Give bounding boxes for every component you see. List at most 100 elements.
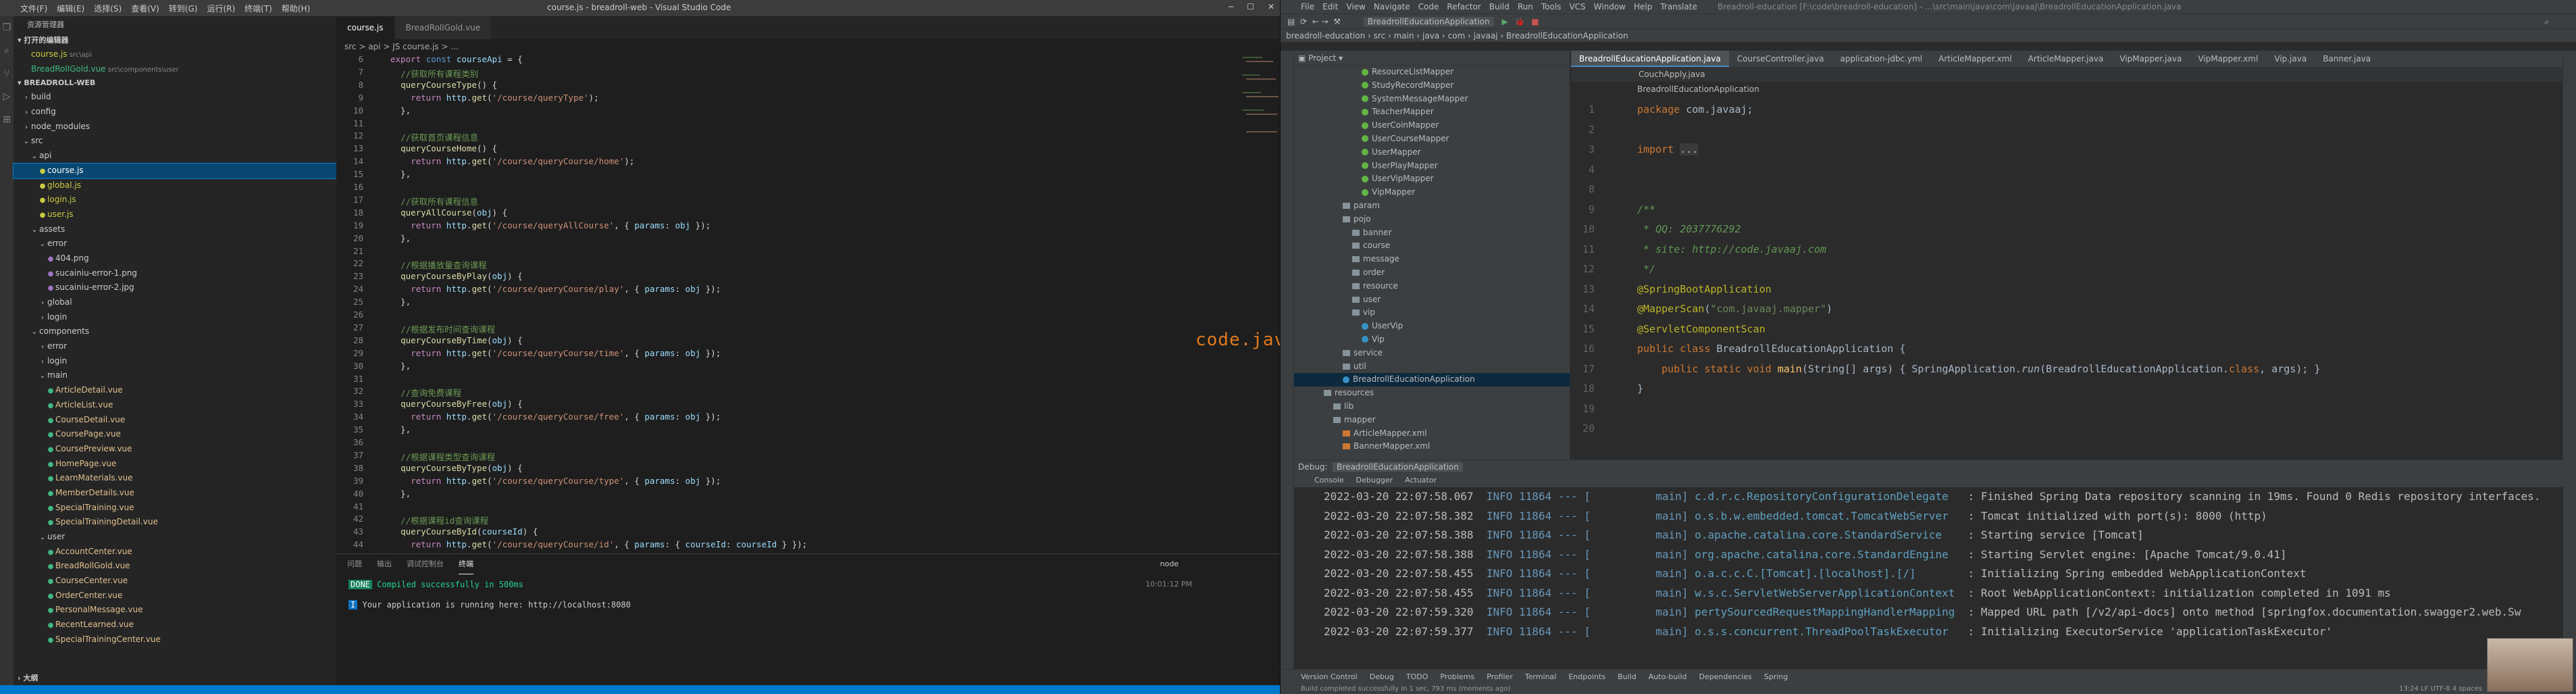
project-tree-item[interactable]: message	[1294, 253, 1570, 266]
minimap[interactable]	[1239, 54, 1280, 189]
breadcrumb[interactable]: src > api > JS course.js > ...	[336, 39, 1280, 54]
project-tree-item[interactable]: param	[1294, 199, 1570, 213]
menu-item[interactable]: 选择(S)	[94, 3, 122, 14]
project-tree-item[interactable]: BannerMapper.xml	[1294, 440, 1570, 453]
menu-item[interactable]: View	[1346, 0, 1365, 14]
project-tree-item[interactable]: TeacherMapper	[1294, 105, 1570, 119]
file-tab[interactable]: Banner.java	[2315, 51, 2379, 67]
menu-item[interactable]: Build	[1489, 0, 1510, 14]
project-tree-item[interactable]: UserVip	[1294, 320, 1570, 333]
file-item[interactable]: ● login.js	[14, 193, 336, 207]
menu-item[interactable]: Code	[1418, 0, 1439, 14]
file-item[interactable]: ● SpecialTraining.vue	[14, 501, 336, 516]
file-item[interactable]: ● PersonalMessage.vue	[14, 603, 336, 618]
breadcrumb-item[interactable]: com	[1448, 31, 1466, 41]
subtab[interactable]: CouchApply.java	[1571, 67, 2563, 82]
outline-header[interactable]: › 大纲	[14, 672, 336, 685]
project-tree-item[interactable]: resource	[1294, 280, 1570, 293]
file-tab[interactable]: ArticleMapper.xml	[1930, 51, 2020, 67]
menu-item[interactable]: Translate	[1660, 0, 1697, 14]
tool-window-tab[interactable]: Profiler	[1487, 670, 1513, 684]
project-tree-item[interactable]: UserCoinMapper	[1294, 119, 1570, 132]
forward-icon[interactable]: →	[1322, 17, 1329, 26]
file-item[interactable]: ● MemberDetails.vue	[14, 486, 336, 501]
project-tree-item[interactable]: lib	[1294, 400, 1570, 414]
folder-item[interactable]: ⌄ components	[14, 324, 336, 339]
breadcrumb-item[interactable]: java	[1422, 31, 1439, 41]
navigation-bar[interactable]: breadroll-education › src › main › java …	[1281, 28, 2576, 42]
file-item[interactable]: ● CourseCenter.vue	[14, 574, 336, 589]
explorer-icon[interactable]: ❐	[0, 16, 14, 39]
file-item[interactable]: ● OrderCenter.vue	[14, 589, 336, 603]
file-item[interactable]: ● RecentLearned.vue	[14, 618, 336, 633]
project-tree-item[interactable]: ArticleMapper.xml	[1294, 427, 1570, 441]
file-item[interactable]: ● CoursePage.vue	[14, 427, 336, 442]
debug-tab[interactable]: Console	[1314, 474, 1344, 487]
tool-window-tab[interactable]: Build	[1618, 670, 1637, 684]
folder-item[interactable]: › login	[14, 310, 336, 325]
refresh-icon[interactable]: ⟳	[1300, 17, 1307, 26]
run-debug-icon[interactable]: ▷	[0, 85, 14, 108]
minimize-icon[interactable]: ─	[1229, 2, 1233, 11]
menu-item[interactable]: Window	[1594, 0, 1626, 14]
menu-item[interactable]: VCS	[1569, 0, 1585, 14]
menu-item[interactable]: Refactor	[1447, 0, 1480, 14]
debug-tab[interactable]: Actuator	[1405, 474, 1437, 487]
file-item[interactable]: ● LearnMaterials.vue	[14, 471, 336, 486]
terminal-output[interactable]: DONE Compiled successfully in 500ms I Yo…	[336, 580, 1280, 610]
debug-config-tab[interactable]: BreadrollEducationApplication	[1333, 462, 1463, 472]
breadcrumb-item[interactable]: src	[1374, 31, 1386, 41]
java-code-editor[interactable]: 1 package com.javaaj; 2 3 import ... 4 8 9 /** 10…	[1571, 103, 2563, 458]
file-tab[interactable]: BreadrollEducationApplication.java	[1571, 51, 1729, 67]
project-header[interactable]: ▣ Project ▾	[1294, 51, 1570, 66]
folder-item[interactable]: › build	[14, 90, 336, 105]
project-tree-item[interactable]: BreadrollEducationApplication	[1294, 373, 1570, 387]
source-control-icon[interactable]: ⑂	[0, 62, 14, 85]
breadcrumb-item[interactable]: BreadrollEducationApplication	[1506, 31, 1628, 41]
file-item[interactable]: ● SpecialTrainingCenter.vue	[14, 633, 336, 647]
project-tree-item[interactable]: VipMapper	[1294, 186, 1570, 199]
tool-window-tab[interactable]: Terminal	[1525, 670, 1557, 684]
back-icon[interactable]: ←	[1312, 17, 1319, 26]
panel-tab[interactable]: 调试控制台	[407, 554, 444, 574]
build-icon[interactable]: ⚒	[1333, 17, 1341, 26]
file-item[interactable]: ● ArticleDetail.vue	[14, 383, 336, 398]
breadcrumb-item[interactable]: breadroll-education	[1286, 31, 1365, 41]
breadcrumb-item[interactable]: javaaj	[1474, 31, 1498, 41]
menu-item[interactable]: 终端(T)	[244, 3, 272, 14]
file-item[interactable]: ● AccountCenter.vue	[14, 545, 336, 560]
terminal-selector[interactable]: node	[1160, 560, 1179, 568]
project-tree-item[interactable]: resources	[1294, 387, 1570, 400]
maximize-icon[interactable]: ☐	[1247, 2, 1254, 11]
menu-item[interactable]: 文件(F)	[20, 3, 47, 14]
tool-window-tab[interactable]: Version Control	[1301, 670, 1358, 684]
open-editor-item[interactable]: BreadRollGold.vue src\components\user	[14, 62, 336, 77]
project-tree-item[interactable]: UserPlayMapper	[1294, 159, 1570, 173]
folder-item[interactable]: ⌄ assets	[14, 222, 336, 237]
stop-icon[interactable]: ■	[1531, 17, 1539, 26]
project-tree-item[interactable]: SystemMessageMapper	[1294, 93, 1570, 106]
tool-window-tab[interactable]: Dependencies	[1699, 670, 1751, 684]
open-editors-header[interactable]: ▾ 打开的编辑器	[14, 34, 336, 47]
menu-item[interactable]: 运行(R)	[207, 3, 235, 14]
project-header[interactable]: ▾ BREADROLL-WEB	[14, 76, 336, 90]
extensions-icon[interactable]: ⊞	[0, 108, 14, 131]
project-tree-item[interactable]: course	[1294, 239, 1570, 253]
debug-icon[interactable]: 🐞	[1515, 17, 1525, 26]
file-item[interactable]: ● ArticleList.vue	[14, 398, 336, 413]
project-tree-item[interactable]: user	[1294, 293, 1570, 307]
folder-item[interactable]: › global	[14, 295, 336, 310]
file-tab[interactable]: Vip.java	[2266, 51, 2315, 67]
panel-tab[interactable]: 问题	[347, 554, 362, 574]
folder-item[interactable]: › error	[14, 339, 336, 354]
file-tab[interactable]: VipMapper.java	[2111, 51, 2190, 67]
project-tree-item[interactable]: ResourceListMapper	[1294, 66, 1570, 79]
tool-window-tab[interactable]: Problems	[1440, 670, 1474, 684]
breadcrumb-item[interactable]: main	[1394, 31, 1414, 41]
run-icon[interactable]: ▶	[1501, 17, 1508, 26]
project-tree-item[interactable]: pojo	[1294, 213, 1570, 226]
folder-item[interactable]: › config	[14, 105, 336, 120]
project-tree-item[interactable]: banner	[1294, 226, 1570, 240]
tool-window-tab[interactable]: Auto-build	[1649, 670, 1687, 684]
search-everywhere-icon[interactable]: ⌕	[2544, 14, 2549, 29]
